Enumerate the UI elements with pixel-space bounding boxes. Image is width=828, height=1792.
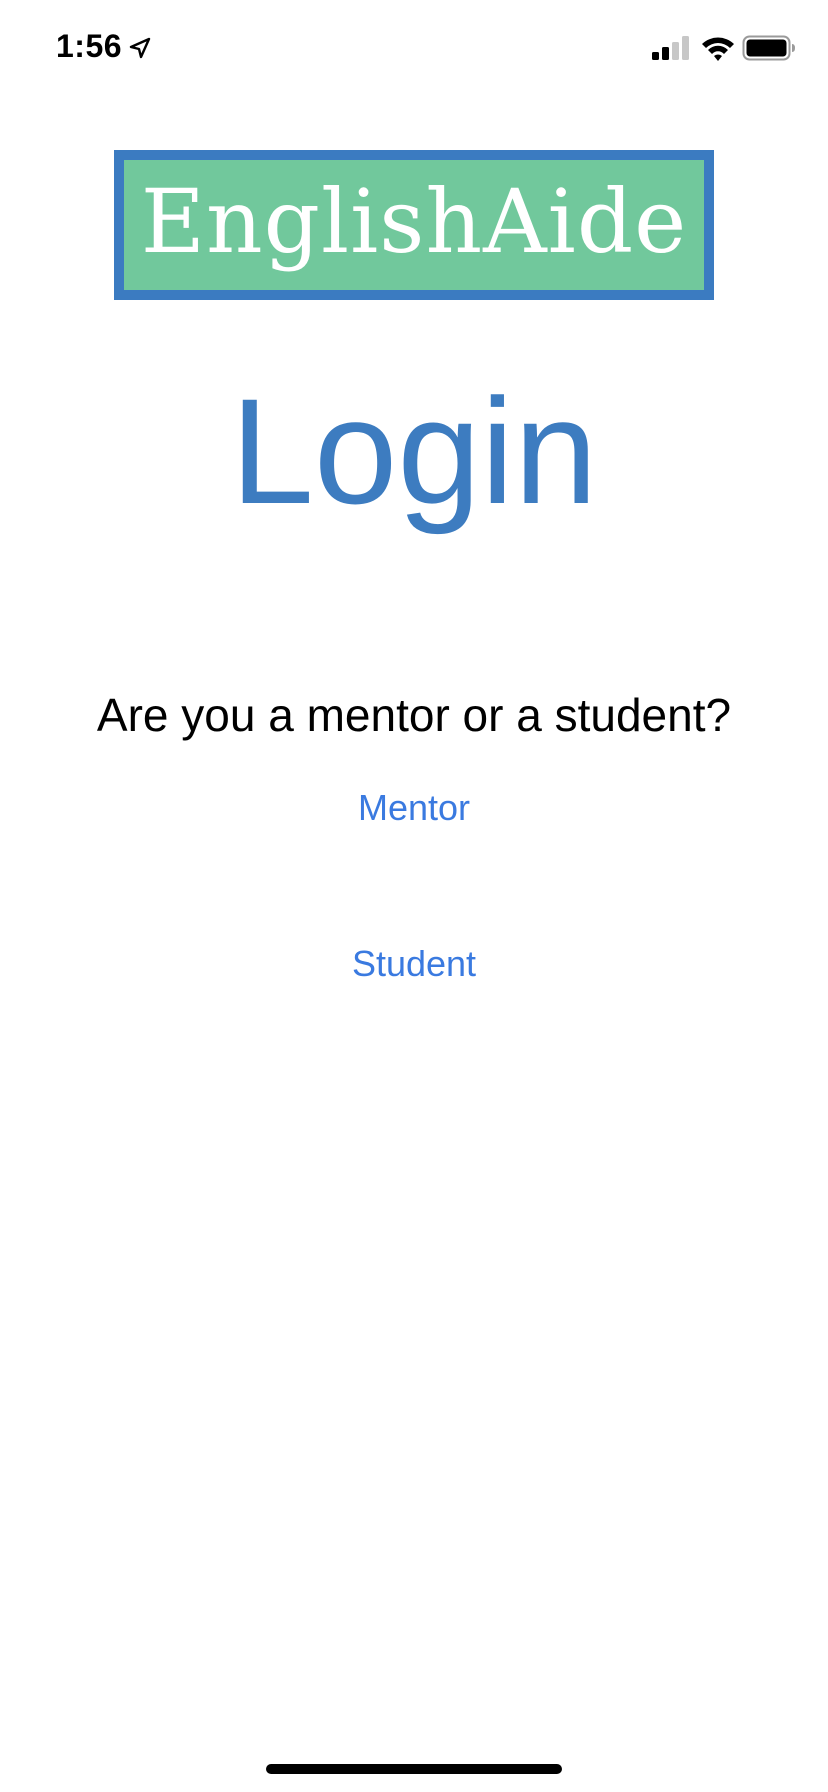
- home-indicator[interactable]: [266, 1764, 562, 1774]
- app-logo: EnglishAide: [114, 150, 714, 300]
- wifi-icon: [702, 37, 734, 61]
- cellular-signal-icon: [652, 36, 689, 60]
- logo-panel: EnglishAide: [124, 160, 704, 290]
- page-title: Login: [230, 367, 598, 535]
- status-bar: 1:56: [0, 0, 828, 100]
- battery-icon: [742, 35, 795, 61]
- role-question: Are you a mentor or a student?: [96, 689, 732, 741]
- status-time: 1:56: [56, 28, 123, 64]
- location-arrow-icon: [129, 37, 151, 59]
- logo-text: EnglishAide: [140, 170, 688, 273]
- student-button[interactable]: Student: [314, 932, 514, 996]
- mentor-button[interactable]: Mentor: [314, 776, 514, 840]
